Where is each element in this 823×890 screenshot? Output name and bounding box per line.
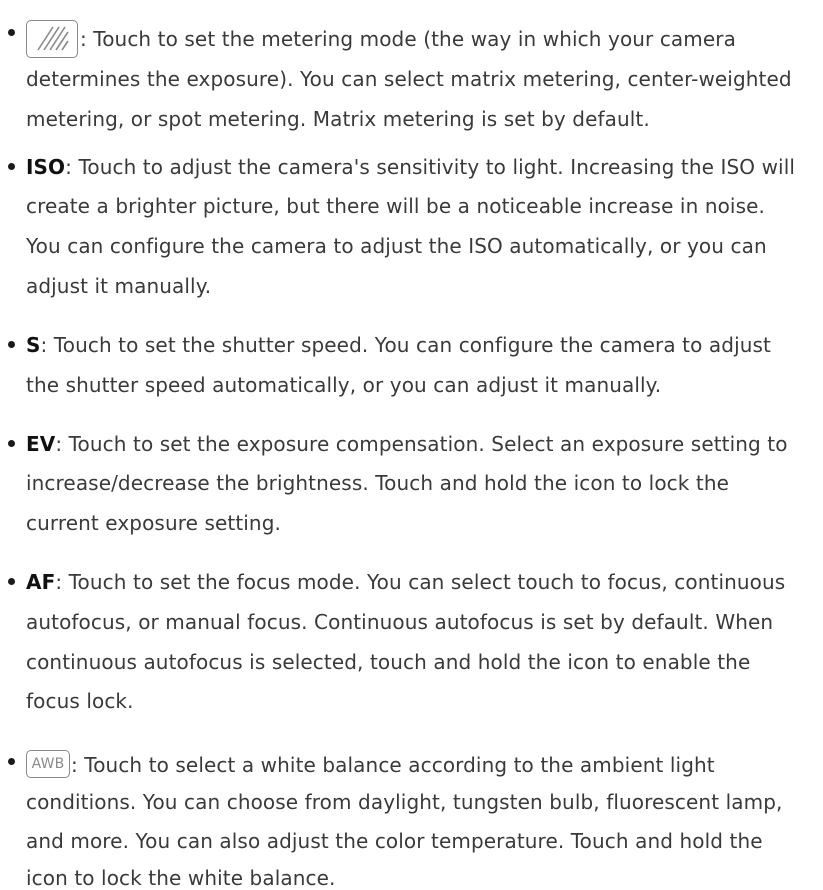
item-line: and more. You can also adjust the color … [26, 829, 763, 853]
item-line: AWB: Touch to select a white balance acc… [26, 750, 715, 778]
item-line: focus lock. [26, 689, 134, 713]
item-line: You can configure the camera to adjust t… [26, 234, 767, 258]
metering-mode-icon [26, 20, 78, 58]
item-text: : Touch to set the metering mode (the wa… [80, 27, 736, 51]
item-text: : Touch to set the shutter speed. You ca… [40, 333, 771, 357]
item-line: icon to lock the white balance. [26, 866, 336, 890]
item-line: : Touch to set the metering mode (the wa… [26, 20, 736, 58]
item-text: : Touch to adjust the camera's sensitivi… [65, 155, 796, 179]
bullet [8, 341, 15, 348]
item-term: ISO [26, 155, 66, 179]
item-line: current exposure setting. [26, 511, 281, 535]
item-line: create a brighter picture, but there wil… [26, 194, 765, 218]
item-line: metering, or spot metering. Matrix meter… [26, 107, 650, 131]
item-term: EV [26, 432, 56, 456]
item-line: determines the exposure). You can select… [26, 67, 792, 91]
item-line: autofocus, or manual focus. Continuous a… [26, 610, 774, 634]
bullet [8, 29, 15, 36]
item-text: : Touch to set the focus mode. You can s… [55, 570, 786, 594]
item-term: S [26, 333, 41, 357]
item-line: continuous autofocus is selected, touch … [26, 650, 751, 674]
item-term: AF [26, 570, 56, 594]
item-line: the shutter speed automatically, or you … [26, 373, 662, 397]
bullet [8, 758, 15, 765]
bullet [8, 440, 15, 447]
bullet [8, 578, 15, 585]
item-line: adjust it manually. [26, 274, 212, 298]
item-line: EV: Touch to set the exposure compensati… [26, 432, 788, 456]
item-line: AF: Touch to set the focus mode. You can… [26, 570, 785, 594]
item-line: conditions. You can choose from daylight… [26, 790, 783, 814]
item-line: increase/decrease the brightness. Touch … [26, 471, 730, 495]
item-text: : Touch to select a white balance accord… [71, 753, 715, 777]
item-line: ISO: Touch to adjust the camera's sensit… [26, 155, 795, 179]
awb-icon: AWB [26, 750, 70, 778]
item-line: S: Touch to set the shutter speed. You c… [26, 333, 771, 357]
item-text: : Touch to set the exposure compensation… [55, 432, 788, 456]
bullet [8, 163, 15, 170]
